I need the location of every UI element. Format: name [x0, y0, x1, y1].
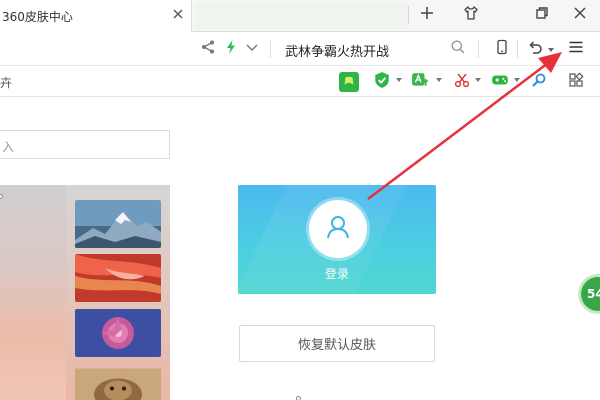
- user-icon: [324, 213, 352, 245]
- skin-thumbnail-mountain[interactable]: [75, 200, 161, 248]
- skin-preview-panel: [0, 185, 170, 400]
- translate-icon: [411, 71, 429, 93]
- address-toolbar: 武林争霸火热开战: [0, 32, 600, 66]
- divider: [478, 40, 479, 58]
- skin-preview-image: [0, 185, 66, 400]
- skin-center-content: 入 登录 恢复默认皮肤 54: [0, 97, 600, 400]
- share-button[interactable]: [199, 40, 217, 58]
- restore-window-button[interactable]: [525, 0, 559, 30]
- phone-icon: [494, 39, 510, 59]
- undo-icon: [527, 39, 543, 59]
- login-card[interactable]: 登录: [238, 185, 436, 294]
- tab-blurred[interactable]: [196, 3, 408, 29]
- gamepad-icon: [491, 71, 509, 93]
- chevron-down-icon: [244, 39, 260, 59]
- restore-default-skin-button[interactable]: 恢复默认皮肤: [239, 325, 435, 362]
- floating-badge[interactable]: 54: [578, 274, 600, 314]
- skin-thumbnail-dog[interactable]: [75, 363, 161, 400]
- extension-apps[interactable]: [566, 72, 586, 92]
- engine-dropdown[interactable]: [243, 40, 261, 58]
- search-suggestion[interactable]: 武林争霸火热开战: [285, 41, 389, 60]
- tshirt-icon: [463, 5, 479, 25]
- extension-game[interactable]: [339, 72, 359, 92]
- skin-search-input[interactable]: 入: [0, 130, 170, 159]
- chevron-down-icon[interactable]: [396, 78, 402, 82]
- divider: [270, 40, 271, 58]
- chevron-down-icon[interactable]: [548, 48, 554, 52]
- hamburger-menu-icon: [568, 39, 584, 59]
- search-button[interactable]: [449, 40, 467, 58]
- close-window-button[interactable]: [563, 0, 597, 30]
- extension-shield[interactable]: [372, 72, 392, 92]
- speed-mode-button[interactable]: [222, 40, 240, 58]
- controller-icon: [342, 73, 356, 92]
- skin-button[interactable]: [454, 0, 488, 30]
- tab-skin-center[interactable]: 360皮肤中心: [0, 0, 192, 33]
- resize-handle[interactable]: [296, 396, 301, 400]
- main-menu-button[interactable]: [567, 40, 585, 58]
- share-icon: [200, 39, 216, 59]
- restore-icon: [534, 5, 550, 25]
- skin-thumbnail-canyon[interactable]: [75, 254, 161, 302]
- title-bar: 360皮肤中心: [0, 0, 600, 33]
- new-tab-button[interactable]: [410, 0, 444, 30]
- extension-screenshot[interactable]: [452, 72, 472, 92]
- extension-magnifier[interactable]: [529, 72, 549, 92]
- divider: [517, 40, 518, 58]
- avatar[interactable]: [309, 200, 367, 258]
- divider: [408, 6, 409, 24]
- bookmark-fragment[interactable]: 卉: [0, 74, 12, 91]
- lightning-icon: [223, 39, 239, 59]
- login-button[interactable]: 登录: [238, 265, 436, 282]
- undo-button[interactable]: [526, 40, 544, 58]
- scissors-icon: [454, 72, 470, 92]
- extension-gamepad[interactable]: [490, 72, 510, 92]
- chevron-down-icon[interactable]: [514, 78, 520, 82]
- tab-title: 360皮肤中心: [2, 10, 73, 24]
- chevron-down-icon[interactable]: [475, 78, 481, 82]
- plus-icon: [419, 5, 435, 25]
- extension-bar: 卉: [0, 67, 600, 97]
- extension-translate[interactable]: [410, 72, 430, 92]
- mobile-button[interactable]: [493, 39, 511, 59]
- search-input-text: 入: [2, 140, 15, 154]
- skin-thumbnail-flower[interactable]: [75, 309, 161, 357]
- shield-icon: [373, 71, 391, 93]
- close-icon[interactable]: [170, 6, 186, 22]
- close-icon: [572, 5, 588, 25]
- magnifier-icon: [531, 72, 547, 92]
- search-icon: [450, 39, 466, 59]
- apps-grid-icon: [568, 72, 584, 92]
- chevron-down-icon[interactable]: [436, 78, 442, 82]
